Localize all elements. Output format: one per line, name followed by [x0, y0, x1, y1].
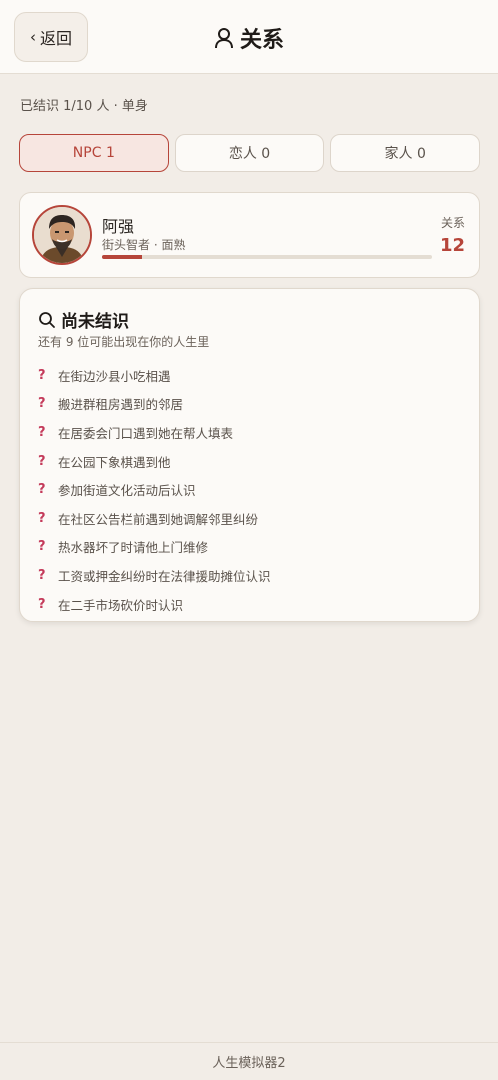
list-item: ? 在公园下象棋遇到他: [38, 447, 271, 476]
question-icon: ?: [38, 510, 46, 526]
list-item: ? 搬进群租房遇到的邻居: [38, 390, 271, 419]
npc-subtitle: 街头智者 · 面熟: [102, 238, 186, 252]
hint-text: 在二手市场砍价时认识: [58, 597, 184, 613]
unmet-subtitle: 还有 9 位可能出现在你的人生里: [38, 335, 210, 349]
relationship-summary: 已结识 1/10 人 · 单身: [20, 99, 148, 114]
list-item: ? 在街边沙县小吃相遇: [38, 361, 271, 390]
question-icon: ?: [38, 367, 46, 383]
npc-card[interactable]: 阿强 街头智者 · 面熟 关系 12: [19, 192, 480, 278]
relationship-tabs: NPC 1 恋人 0 家人 0: [19, 134, 481, 172]
hint-text: 在居委会门口遇到她在帮人填表: [58, 425, 234, 441]
list-item: ? 热水器坏了时请他上门维修: [38, 533, 271, 562]
avatar: [32, 205, 92, 265]
relation-value: 12: [439, 235, 465, 256]
question-icon: ?: [38, 424, 46, 440]
top-bar: ‹ 返回 关系: [0, 0, 498, 74]
question-icon: ?: [38, 453, 46, 469]
search-icon: [39, 311, 55, 328]
unmet-people-card: 尚未结识 还有 9 位可能出现在你的人生里 ? 在街边沙县小吃相遇? 搬进群租房遇到…: [19, 288, 480, 622]
hint-text: 参加街道文化活动后认识: [58, 483, 196, 499]
list-item: ? 工资或押金纠纷时在法律援助摊位认识: [38, 561, 271, 590]
relation-label: 关系: [440, 216, 465, 230]
hint-list: ? 在街边沙县小吃相遇? 搬进群租房遇到的邻居? 在居委会门口遇到她在帮人填表? 在公园…: [38, 361, 271, 618]
unmet-header: 尚未结识: [38, 307, 129, 332]
relationship-progress-fill: [102, 255, 142, 259]
person-icon: [214, 28, 233, 49]
question-icon: ?: [38, 482, 46, 498]
list-item: ? 在社区公告栏前遇到她调解邻里纠纷: [38, 504, 271, 533]
hint-text: 热水器坏了时请他上门维修: [58, 540, 209, 556]
npc-name: 阿强: [102, 217, 135, 236]
list-item: ? 参加街道文化活动后认识: [38, 475, 271, 504]
unmet-title: 尚未结识: [61, 312, 129, 332]
hint-text: 搬进群租房遇到的邻居: [58, 397, 184, 413]
hint-text: 在社区公告栏前遇到她调解邻里纠纷: [58, 511, 259, 527]
tab-lovers[interactable]: 恋人 0: [174, 134, 325, 172]
question-icon: ?: [38, 539, 46, 555]
question-icon: ?: [38, 567, 46, 583]
page-title: 关系: [239, 28, 284, 53]
hint-text: 工资或押金纠纷时在法律援助摊位认识: [58, 568, 271, 584]
tab-npc[interactable]: NPC 1: [19, 134, 169, 172]
question-icon: ?: [38, 596, 46, 612]
page-title-group: 关系: [0, 22, 498, 54]
relationship-progress-bar: [102, 255, 432, 259]
hint-text: 在街边沙县小吃相遇: [58, 368, 171, 384]
tab-family[interactable]: 家人 0: [330, 134, 481, 172]
list-item: ? 在居委会门口遇到她在帮人填表: [38, 418, 271, 447]
question-icon: ?: [38, 396, 46, 412]
hint-text: 在公园下象棋遇到他: [58, 454, 171, 470]
list-item: ? 在二手市场砍价时认识: [38, 590, 271, 619]
app-footer: 人生模拟器2: [0, 1042, 498, 1080]
